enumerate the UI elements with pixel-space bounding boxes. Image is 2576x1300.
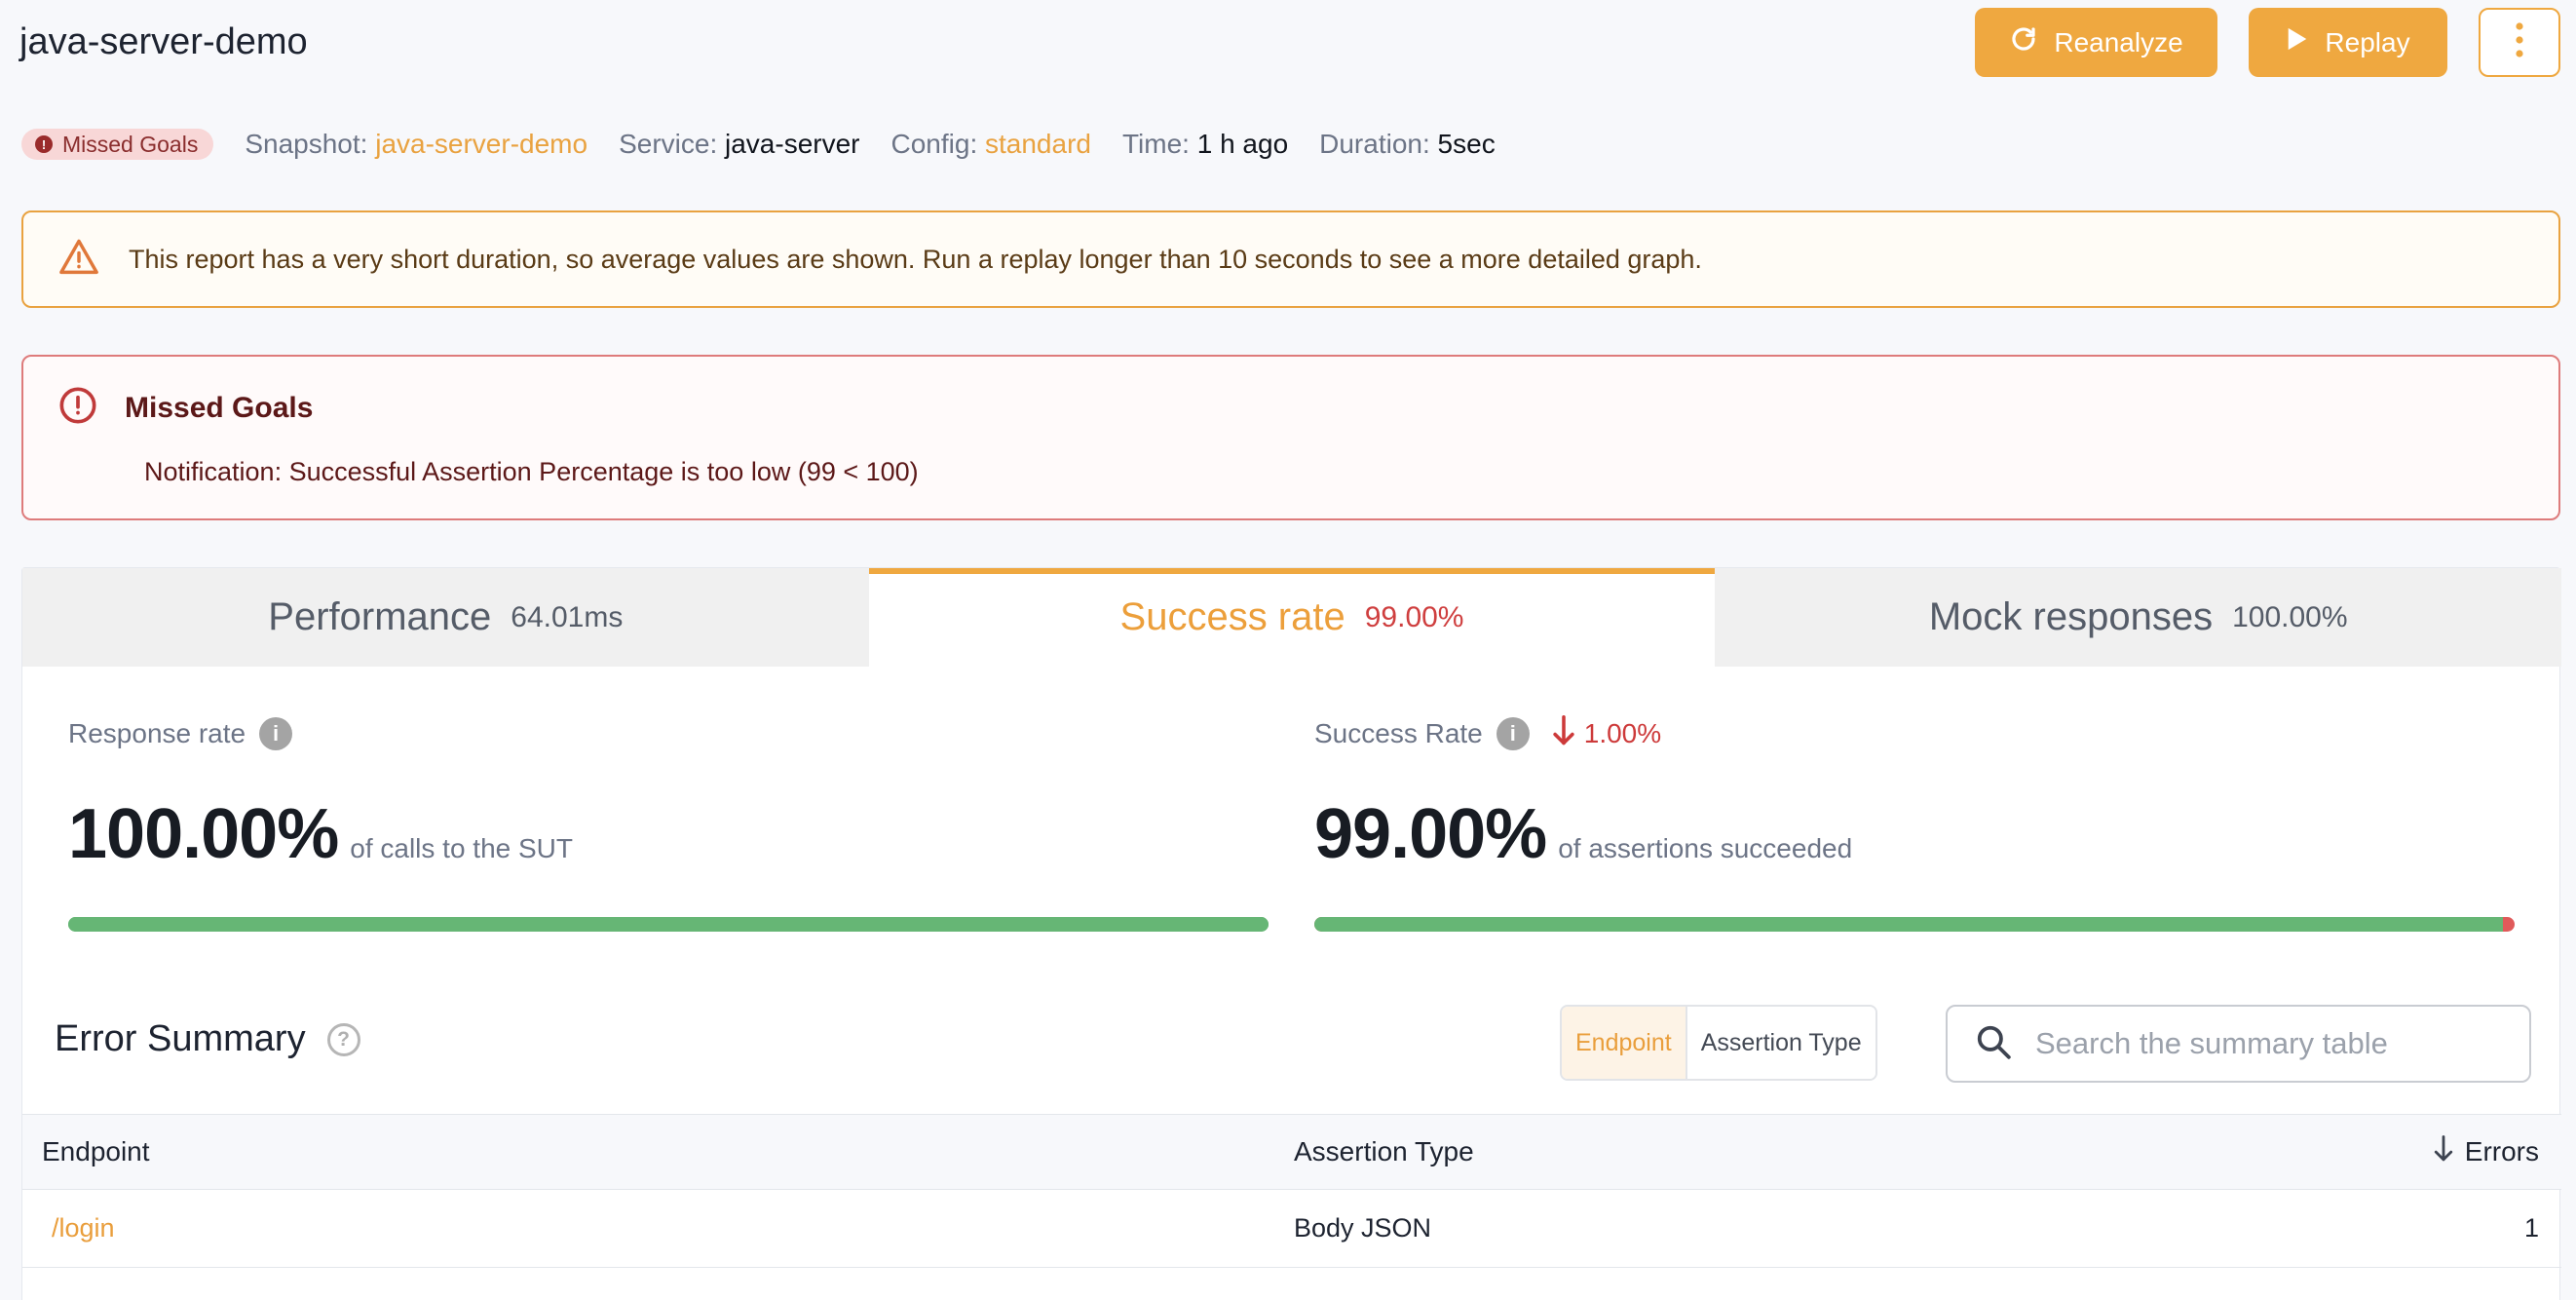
response-rate-bar [68, 917, 1269, 932]
meta-snapshot-key: Snapshot: [245, 129, 368, 159]
response-rate-metric: Response rate i 100.00% of calls to the … [68, 712, 1269, 932]
tab-mock-responses-value: 100.00% [2232, 600, 2348, 633]
assertion-type-cell: Body JSON [1294, 1213, 1432, 1243]
search-icon [1975, 1023, 2012, 1065]
meta-duration-value: 5sec [1437, 129, 1496, 159]
report-meta: ! Missed Goals Snapshot: java-server-dem… [21, 125, 1496, 164]
response-rate-label: Response rate [68, 718, 246, 748]
refresh-icon [2009, 24, 2038, 60]
error-circle-icon [58, 386, 97, 430]
success-rate-value: 99.00% [1314, 795, 1547, 873]
tab-mock-responses[interactable]: Mock responses 100.00% [1715, 568, 2562, 667]
info-icon[interactable]: i [1496, 717, 1530, 750]
meta-time-key: Time: [1121, 129, 1190, 159]
arrow-down-icon [1553, 714, 1574, 753]
column-errors[interactable]: Errors [2268, 1134, 2539, 1169]
info-icon[interactable]: i [259, 717, 293, 750]
replay-button[interactable]: Replay [2249, 8, 2447, 77]
table-header: Endpoint Assertion Type Errors [22, 1114, 2561, 1190]
missed-goals-title: Missed Goals [125, 391, 314, 424]
group-by-toggle: Endpoint Assertion Type [1560, 1005, 1877, 1081]
response-rate-caption: of calls to the SUT [350, 833, 574, 863]
success-rate-delta: 1.00% [1553, 714, 1662, 753]
missed-goals-text: Notification: Successful Assertion Perce… [144, 457, 919, 486]
page-header: java-server-demo Reanalyze Replay [19, 0, 2560, 88]
snapshot-link[interactable]: java-server-demo [375, 129, 587, 159]
column-endpoint[interactable]: Endpoint [22, 1136, 1294, 1167]
tab-success-rate-value: 99.00% [1364, 600, 1464, 633]
search-input[interactable] [2035, 1026, 2503, 1061]
response-rate-value: 100.00% [68, 795, 339, 873]
success-rate-metric: Success Rate i 1.00% 99.00% of assertion… [1314, 712, 2515, 932]
meta-duration-key: Duration: [1319, 129, 1430, 159]
status-badge-label: Missed Goals [62, 131, 199, 157]
reanalyze-button[interactable]: Reanalyze [1975, 8, 2217, 77]
sort-desc-icon [2434, 1134, 2453, 1169]
tab-success-rate-label: Success rate [1119, 595, 1345, 638]
meta-service-value: java-server [725, 129, 860, 159]
response-rate-bar-fill [68, 917, 1269, 932]
meta-time: Time: 1 h ago [1122, 129, 1288, 160]
status-badge: ! Missed Goals [21, 129, 214, 160]
meta-service-key: Service: [619, 129, 718, 159]
report-card: Performance 64.01ms Success rate 99.00% … [21, 567, 2562, 1300]
error-summary-heading: Error Summary ? [55, 1018, 360, 1060]
config-link[interactable]: standard [985, 129, 1091, 159]
warning-icon [58, 238, 99, 282]
tab-performance-label: Performance [268, 595, 492, 638]
error-summary-title: Error Summary [55, 1018, 306, 1059]
short-duration-warning: This report has a very short duration, s… [21, 210, 2560, 308]
reanalyze-label: Reanalyze [2054, 26, 2183, 57]
endpoint-link[interactable]: /login [22, 1213, 1294, 1243]
warning-text: This report has a very short duration, s… [129, 244, 1702, 274]
meta-time-value: 1 h ago [1196, 129, 1289, 159]
more-vertical-icon [2515, 21, 2524, 63]
help-icon[interactable]: ? [326, 1022, 360, 1056]
errors-cell: 1 [2523, 1213, 2539, 1243]
error-summary-table: Endpoint Assertion Type Errors /login Bo… [22, 1114, 2561, 1268]
play-icon [2286, 26, 2309, 58]
more-options-button[interactable] [2479, 8, 2560, 77]
meta-snapshot: Snapshot: java-server-demo [245, 129, 587, 160]
summary-search [1946, 1005, 2531, 1083]
meta-duration: Duration: 5sec [1319, 129, 1496, 160]
success-rate-label: Success Rate [1314, 718, 1483, 748]
tab-success-rate[interactable]: Success rate 99.00% [868, 568, 1716, 667]
tab-performance[interactable]: Performance 64.01ms [22, 568, 869, 667]
replay-label: Replay [2325, 26, 2410, 57]
meta-config-key: Config: [890, 129, 978, 159]
missed-goals-alert: Missed Goals Notification: Successful As… [21, 355, 2560, 520]
meta-config: Config: standard [891, 129, 1091, 160]
report-tabs: Performance 64.01ms Success rate 99.00% … [22, 568, 2562, 667]
success-rate-bar [1314, 917, 2515, 932]
table-row[interactable]: /login Body JSON 1 [22, 1190, 2561, 1268]
success-rate-bar-fill [1314, 917, 2503, 932]
page-title: java-server-demo [19, 21, 308, 62]
toggle-assertion-type[interactable]: Assertion Type [1686, 1007, 1875, 1079]
alert-icon: ! [35, 135, 53, 153]
tab-performance-value: 64.01ms [511, 600, 624, 633]
tab-mock-responses-label: Mock responses [1928, 595, 2214, 638]
column-errors-label: Errors [2464, 1136, 2539, 1166]
success-rate-caption: of assertions succeeded [1558, 833, 1853, 863]
column-assertion-type[interactable]: Assertion Type [1294, 1136, 2268, 1167]
toggle-endpoint[interactable]: Endpoint [1562, 1007, 1687, 1079]
success-rate-delta-value: 1.00% [1583, 718, 1662, 748]
meta-service: Service: java-server [619, 129, 859, 160]
